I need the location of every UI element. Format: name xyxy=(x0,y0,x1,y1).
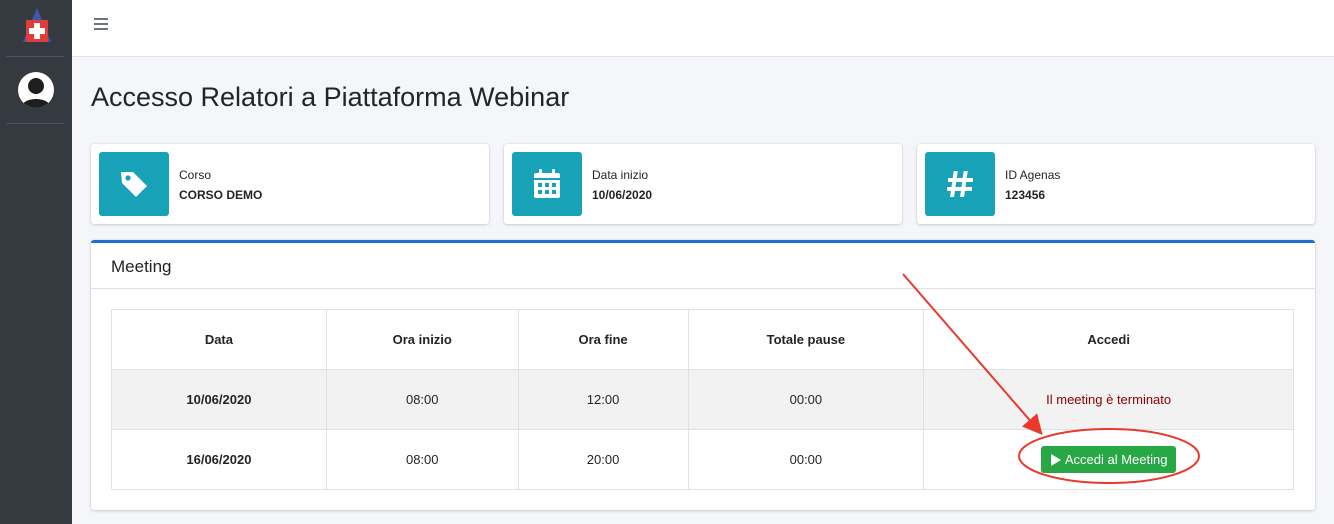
play-icon xyxy=(1050,453,1061,466)
info-box-value: 123456 xyxy=(1005,188,1046,202)
tag-icon xyxy=(99,152,169,216)
table-row: 10/06/2020 08:00 12:00 00:00 Il meeting … xyxy=(111,369,1294,430)
cell-accedi: Accedi al Meeting xyxy=(923,429,1294,490)
accedi-button-label: Accedi al Meeting xyxy=(1064,452,1168,467)
info-box-value: 10/06/2020 xyxy=(592,188,653,202)
sidebar-divider xyxy=(6,56,64,57)
hashtag-icon xyxy=(925,152,995,216)
sidebar xyxy=(0,0,72,524)
sidebar-divider xyxy=(6,123,64,124)
info-box-corso: Corso CORSO DEMO xyxy=(91,144,489,224)
table-header-row: Data Ora inizio Ora fine Totale pause Ac… xyxy=(111,309,1294,370)
accedi-al-meeting-button[interactable]: Accedi al Meeting xyxy=(1040,446,1177,473)
card-header: Meeting xyxy=(91,243,1315,289)
cell-totale-pause: 00:00 xyxy=(687,429,925,490)
cell-ora-inizio: 08:00 xyxy=(325,369,519,430)
column-header-data: Data xyxy=(111,309,327,370)
info-box-label: Corso xyxy=(179,168,212,182)
cell-ora-fine: 20:00 xyxy=(517,429,689,490)
column-header-accedi: Accedi xyxy=(923,309,1294,370)
column-header-totale-pause: Totale pause xyxy=(687,309,925,370)
cell-data: 10/06/2020 xyxy=(111,369,327,430)
page-title: Accesso Relatori a Piattaforma Webinar xyxy=(91,82,570,112)
column-header-ora-inizio: Ora inizio xyxy=(325,309,519,370)
meeting-card: Meeting Data Ora inizio Ora fine Totale … xyxy=(91,240,1315,510)
top-navbar xyxy=(72,0,1334,57)
cell-accedi: Il meeting è terminato xyxy=(923,369,1294,430)
cell-ora-inizio: 08:00 xyxy=(325,429,519,490)
menu-toggle-icon[interactable] xyxy=(94,18,108,32)
brand-logo[interactable] xyxy=(18,6,56,44)
info-box-id-agenas: ID Agenas 123456 xyxy=(917,144,1315,224)
column-header-ora-fine: Ora fine xyxy=(517,309,689,370)
info-box-value: CORSO DEMO xyxy=(179,188,263,202)
table-row: 16/06/2020 08:00 20:00 00:00 Accedi al M… xyxy=(111,429,1294,490)
info-box-data-inizio: Data inizio 10/06/2020 xyxy=(504,144,902,224)
calendar-icon xyxy=(512,152,582,216)
info-box-label: ID Agenas xyxy=(1005,168,1061,182)
user-avatar[interactable] xyxy=(18,72,54,108)
cell-totale-pause: 00:00 xyxy=(687,369,925,430)
card-title: Meeting xyxy=(111,257,172,276)
meeting-table: Data Ora inizio Ora fine Totale pause Ac… xyxy=(111,309,1294,490)
cell-ora-fine: 12:00 xyxy=(517,369,689,430)
info-box-label: Data inizio xyxy=(592,168,649,182)
meeting-ended-status: Il meeting è terminato xyxy=(1046,392,1172,407)
cell-data: 16/06/2020 xyxy=(111,429,327,490)
